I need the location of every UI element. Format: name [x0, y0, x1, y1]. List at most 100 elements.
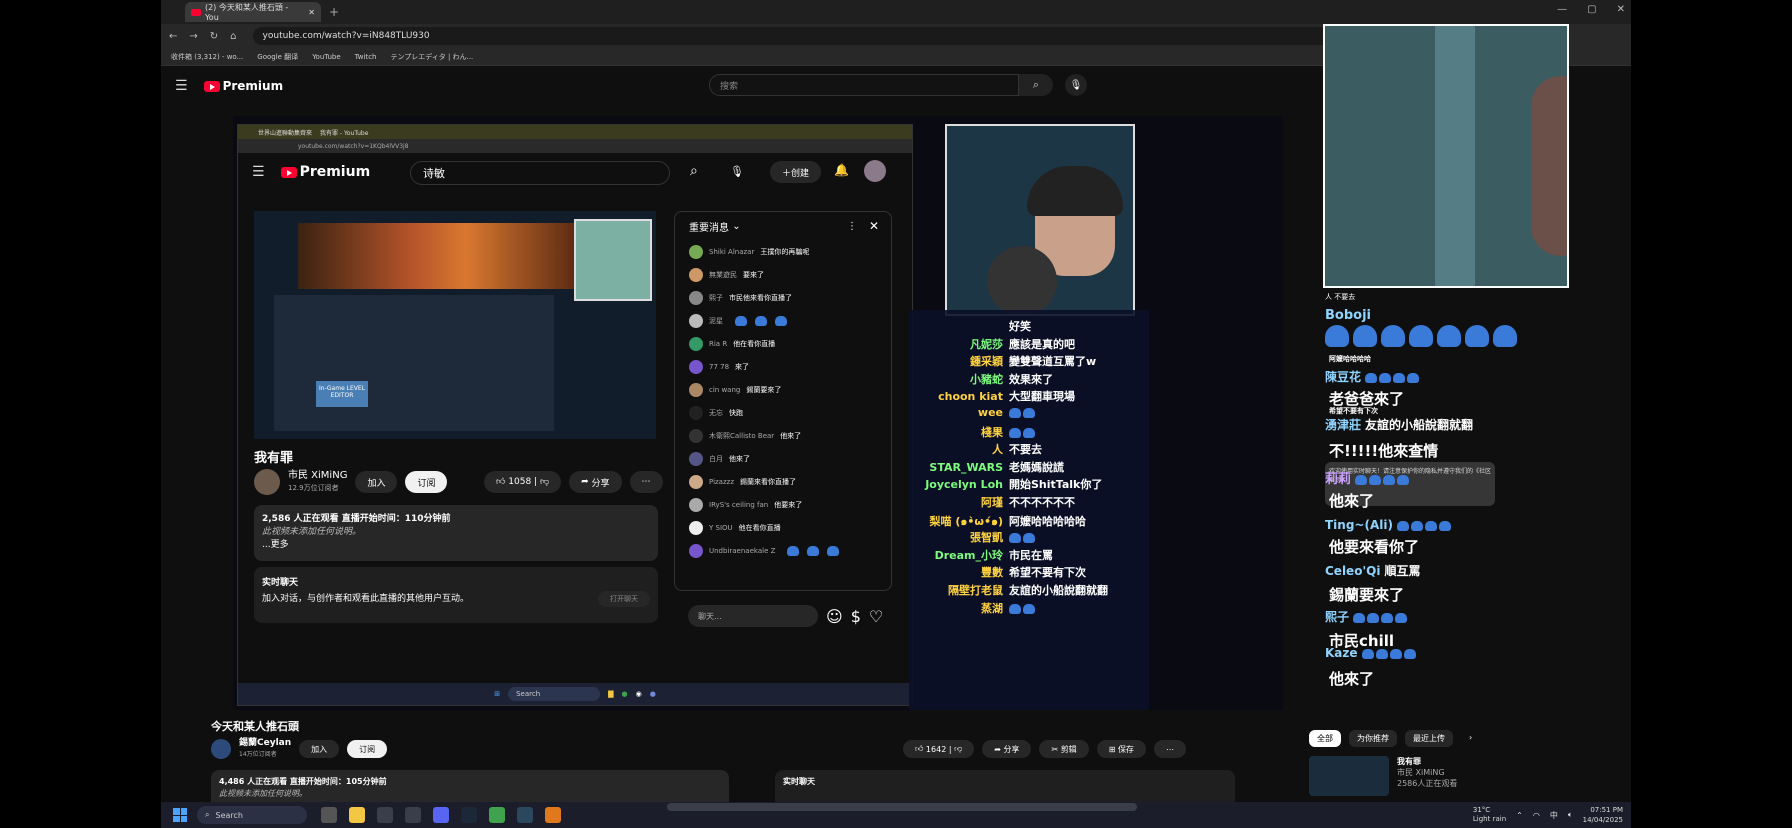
overlay-chat-text: 好笑	[1009, 320, 1031, 333]
subscriber-count: 12.9万位订阅者	[288, 484, 339, 492]
rec-channel: 市民 XiMiNG	[1397, 768, 1445, 777]
join-button[interactable]: 加入	[299, 740, 340, 758]
more-icon[interactable]: ⋯	[1153, 740, 1186, 758]
inner-search-input: 诗敏	[410, 161, 670, 185]
chat-avatar	[689, 451, 703, 466]
overlay-chat-line: 小豬蛇 效果來了	[879, 371, 1053, 387]
overlay-chat-author: 棧果	[981, 425, 1003, 439]
inner-tabbar: 世界山進聯動集齊來 我有罪 - YouTube	[238, 125, 912, 139]
task-view-icon[interactable]	[321, 807, 337, 823]
overlay-chat-author: Dream_小玲	[934, 548, 1003, 562]
bookmark-item[interactable]: YouTube	[312, 53, 340, 61]
close-tab-icon[interactable]: ✕	[308, 8, 315, 17]
channel-name[interactable]: 錫蘭Ceylan	[239, 738, 291, 749]
chrome-icon[interactable]	[489, 807, 505, 823]
file-explorer-icon[interactable]	[349, 807, 365, 823]
app-icon[interactable]	[545, 807, 561, 823]
overlay-chat-line: 張智凱	[879, 529, 1037, 545]
rec-tab-recent[interactable]: 最近上传	[1405, 730, 1453, 747]
wifi-icon[interactable]: ◠	[1533, 811, 1540, 820]
search-input[interactable]: 搜索	[709, 74, 1019, 96]
browser-tab[interactable]: (2) 今天和某人推石頭 - You ✕	[185, 2, 321, 22]
bookmark-item[interactable]: 收件箱 (3,312) - wo...	[171, 52, 243, 62]
taskbar-search[interactable]: ⌕ Search	[197, 806, 307, 824]
minimize-icon[interactable]: —	[1557, 4, 1567, 15]
recommended-video[interactable]: 我有罪 市民 XiMiNG 2586人正在观看	[1309, 756, 1519, 796]
right-chat-author: 莉莉	[1325, 472, 1352, 487]
menu-icon[interactable]: ☰	[175, 78, 188, 94]
right-chat-line: 他要來看你了	[1325, 536, 1419, 557]
overlay-chat-author: wee	[977, 406, 1003, 419]
blue-emote-icon	[1410, 520, 1423, 531]
streamer-hair	[1027, 166, 1123, 216]
level-editor-badge: In-Game LEVEL EDITOR	[316, 381, 368, 407]
rec-tab-for-you[interactable]: 为你推荐	[1349, 730, 1397, 747]
clip-button[interactable]: ✂ 剪辑	[1039, 740, 1089, 758]
forward-icon[interactable]: →	[189, 31, 197, 42]
youtube-logo[interactable]: Premium	[203, 79, 283, 93]
app-icon[interactable]	[377, 807, 393, 823]
blue-emote-icon	[1396, 520, 1409, 531]
video-player[interactable]: 世界山進聯動集齊來 我有罪 - YouTube youtube.com/watc…	[233, 116, 1283, 710]
mic-button[interactable]: 🎙	[1065, 74, 1087, 96]
scissors-icon: ✂	[1051, 744, 1059, 754]
discord-icon[interactable]	[433, 807, 449, 823]
screen: (2) 今天和某人推石頭 - You ✕ + — ▢ ✕ ← → ↻ ⌂ you…	[161, 0, 1631, 828]
volume-icon[interactable]: 🔈︎	[1568, 810, 1573, 820]
search-button[interactable]: ⌕	[1019, 74, 1053, 96]
game-scene	[298, 223, 578, 289]
app-icon[interactable]	[405, 807, 421, 823]
like-button[interactable]: 👍︎ 1642 | 👎︎	[903, 740, 975, 758]
right-chat-author: 熙子	[1325, 610, 1350, 624]
right-chat-author: Ting~(Ali)	[1325, 518, 1393, 532]
maximize-icon[interactable]: ▢	[1587, 4, 1596, 15]
bookmark-item[interactable]: Google 翻译	[257, 52, 298, 62]
steam-icon[interactable]	[461, 807, 477, 823]
weather-widget[interactable]: 31°C Light rain	[1473, 806, 1506, 824]
inner-chat-input-row: 聊天... ☺ $ ♡	[674, 597, 892, 635]
right-chat-line: 他來了	[1325, 668, 1374, 689]
ime-indicator[interactable]: 中	[1550, 810, 1558, 821]
chat-text: 錫蘭來看你直播了	[740, 477, 796, 486]
chat-avatar	[689, 520, 703, 535]
chat-message: 77 78 來了	[675, 355, 891, 378]
reload-icon[interactable]: ↻	[210, 31, 218, 42]
close-icon[interactable]: ✕	[1617, 4, 1625, 15]
url-field[interactable]: youtube.com/watch?v=iN848TLU930	[252, 27, 1373, 45]
overlay-chat-line: 好笑	[879, 318, 1031, 334]
subscribe-button[interactable]: 订阅	[347, 740, 388, 758]
share-button[interactable]: ➦ 分享	[982, 740, 1032, 758]
chat-message: Pizazzz 錫蘭來看你直播了	[675, 470, 891, 493]
horizontal-scrollbar[interactable]	[667, 803, 1137, 811]
channel-avatar[interactable]	[211, 739, 231, 759]
blue-emote-icon	[1381, 325, 1405, 347]
more-icon: ⋯	[629, 471, 663, 493]
bookmark-item[interactable]: Twitch	[355, 53, 377, 61]
thumbs-down-icon[interactable]: 👎︎	[954, 744, 962, 754]
home-icon[interactable]: ⌂	[230, 31, 236, 42]
chat-avatar	[689, 290, 703, 305]
overlay-chat-line: 鍾采穎 變雙聲道互罵了w	[879, 353, 1096, 369]
overlay-chat-text: 開始ShitTalk你了	[1009, 478, 1103, 492]
steam-icon[interactable]	[517, 807, 533, 823]
blue-emote-icon	[1009, 533, 1021, 544]
chat-text: 他在看你直播	[733, 339, 776, 348]
save-button[interactable]: ⊞ 保存	[1096, 740, 1146, 758]
overlay-chat-line: Joycelyn Loh 開始ShitTalk你了	[879, 476, 1102, 492]
bookmark-item[interactable]: テンプレエディタ | わん...	[390, 52, 473, 62]
overlay-chat-text: 應該是真的吧	[1009, 337, 1075, 351]
rec-thumbnail	[1309, 756, 1389, 796]
right-chat-line: Celeo'Qi 順互罵	[1325, 562, 1420, 579]
new-tab-button[interactable]: +	[329, 5, 339, 19]
chat-message: IRyS's ceiling fan 他要來了	[675, 493, 891, 516]
rec-tab-all[interactable]: 全部	[1309, 730, 1341, 747]
windows-start-icon[interactable]	[173, 808, 187, 822]
right-chat-line: 不!!!!!他來查情	[1325, 440, 1438, 461]
overlay-chat-author: 豐數	[981, 566, 1003, 580]
chevron-up-icon[interactable]: ⌃	[1516, 811, 1523, 820]
clock[interactable]: 07:51 PM 14/04/2025	[1583, 805, 1623, 825]
right-chat-text: 希望不要有下次	[1329, 407, 1378, 415]
overlay-chat-author: 人	[992, 443, 1003, 457]
chevron-right-icon[interactable]: ›	[1461, 730, 1480, 747]
back-icon[interactable]: ←	[169, 31, 177, 42]
